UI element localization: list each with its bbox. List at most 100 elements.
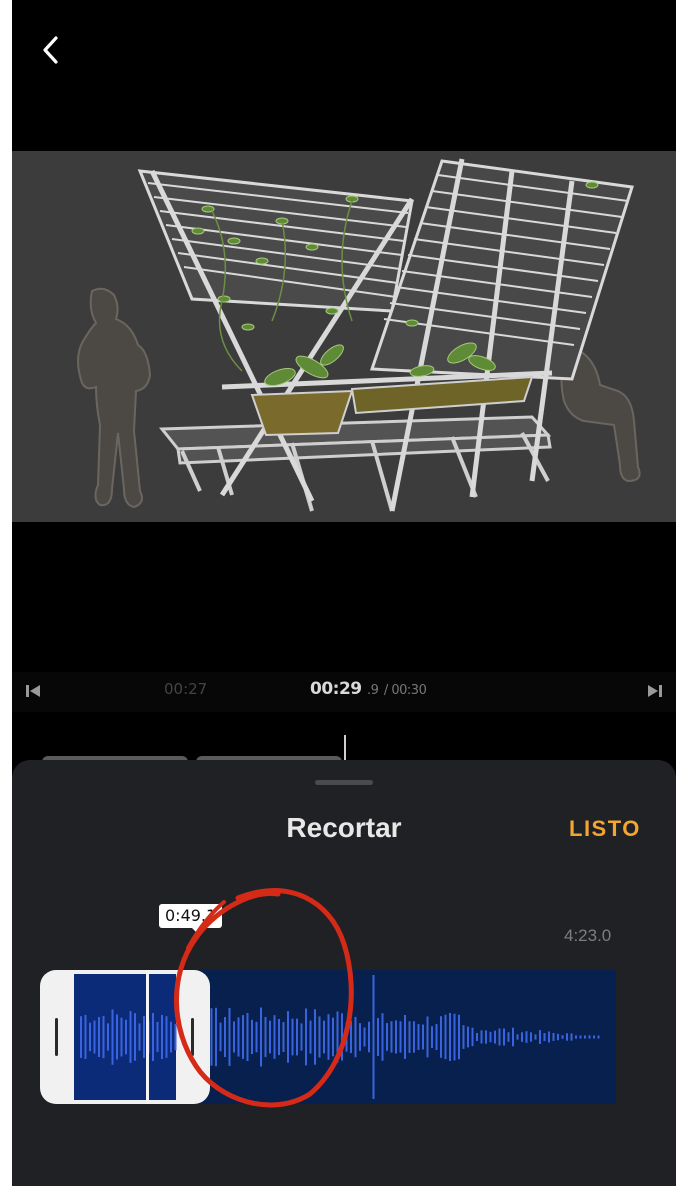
waveform-bar xyxy=(305,1008,307,1066)
waveform-bar xyxy=(215,1007,217,1067)
waveform-bar xyxy=(273,1015,276,1059)
waveform-bar xyxy=(228,1008,231,1066)
waveform-bar xyxy=(332,1017,334,1057)
skip-to-end-icon[interactable] xyxy=(648,684,662,698)
waveform-bar xyxy=(372,975,375,1099)
selection-time-tooltip: 0:49.1 xyxy=(159,904,223,928)
waveform-bar xyxy=(291,1018,294,1056)
waveform-bar xyxy=(359,1023,361,1051)
waveform-bar xyxy=(431,1026,433,1048)
waveform-bar xyxy=(152,1013,154,1061)
waveform-bar xyxy=(377,1018,379,1056)
waveform-bar xyxy=(408,1021,411,1053)
waveform-bar xyxy=(350,1020,352,1054)
waveform-bar xyxy=(80,1016,82,1058)
waveform-bar xyxy=(503,1028,505,1046)
waveform-bar xyxy=(134,1013,136,1061)
trim-right-handle[interactable] xyxy=(191,1018,194,1056)
waveform-bar xyxy=(435,1024,438,1050)
waveform-bar xyxy=(93,1020,96,1054)
waveform-bar xyxy=(525,1031,528,1043)
waveform-bar xyxy=(318,1016,321,1058)
audio-duration-label: 4:23.0 xyxy=(564,926,612,945)
waveform-bar xyxy=(516,1034,519,1040)
waveform-bar xyxy=(246,1013,249,1061)
waveform-bar xyxy=(174,1023,177,1051)
timeline-playhead[interactable] xyxy=(344,735,346,763)
waveform-bar xyxy=(462,1025,465,1049)
audio-waveform xyxy=(40,970,616,1104)
waveform-bar xyxy=(287,1011,289,1063)
waveform-bar xyxy=(390,1021,393,1053)
waveform-bar xyxy=(111,1009,114,1065)
done-button[interactable]: LISTO xyxy=(569,816,641,842)
waveform-bar xyxy=(395,1020,397,1054)
waveform-bar xyxy=(521,1032,523,1042)
waveform-bar xyxy=(579,1035,582,1039)
waveform-bar xyxy=(219,1022,222,1052)
waveform-bar xyxy=(102,1015,105,1059)
chevron-left-icon xyxy=(43,36,58,64)
waveform-bar xyxy=(251,1019,253,1055)
waveform-bar xyxy=(507,1032,510,1042)
waveform-bar xyxy=(476,1033,478,1041)
waveform-bar xyxy=(413,1021,415,1053)
waveform-bar xyxy=(98,1017,100,1057)
waveform-bar xyxy=(323,1020,325,1054)
waveform-bar xyxy=(345,1022,348,1052)
waveform-bar xyxy=(534,1034,537,1040)
waveform-bar xyxy=(404,1015,406,1059)
waveform-bar xyxy=(561,1035,564,1039)
waveform-bar xyxy=(255,1021,258,1053)
waveform-bar xyxy=(584,1035,586,1039)
waveform-bar xyxy=(327,1014,330,1060)
waveform-bar xyxy=(575,1035,577,1039)
waveform-bar xyxy=(597,1035,600,1039)
waveform-bar xyxy=(210,1008,213,1066)
waveform-bar xyxy=(512,1027,514,1047)
waveform-bar xyxy=(368,1021,370,1053)
audio-waveform-track[interactable] xyxy=(40,970,616,1104)
waveform-bar xyxy=(440,1016,442,1058)
waveform-bar xyxy=(570,1033,573,1041)
waveform-bar xyxy=(260,1007,262,1067)
trim-left-handle[interactable] xyxy=(55,1018,58,1056)
waveform-bar xyxy=(120,1017,123,1057)
waveform-bar xyxy=(278,1019,280,1056)
waveform-bar xyxy=(426,1016,429,1058)
waveform-playhead[interactable] xyxy=(146,970,149,1104)
waveform-bar xyxy=(264,1017,267,1058)
waveform-bar xyxy=(494,1030,496,1044)
waveform-bar xyxy=(485,1030,487,1044)
waveform-bar xyxy=(363,1027,366,1047)
waveform-bar xyxy=(233,1021,235,1053)
waveform-bar xyxy=(237,1017,240,1057)
current-playback-time: 00:29 .9 / 00:30 xyxy=(310,679,427,699)
trim-audio-screen: 00:27 00:29 .9 / 00:30 Recortar LISTO 0:… xyxy=(12,0,676,1186)
waveform-bar xyxy=(552,1033,555,1041)
timeline-tick-label: 00:27 xyxy=(164,680,208,698)
video-preview[interactable] xyxy=(12,151,676,522)
waveform-bar xyxy=(314,1009,316,1065)
back-button[interactable] xyxy=(36,30,66,70)
current-time-value: 00:29 xyxy=(310,679,362,699)
waveform-bar xyxy=(125,1019,127,1055)
waveform-bar xyxy=(282,1022,285,1052)
waveform-bar xyxy=(399,1021,402,1053)
skip-to-start-icon[interactable] xyxy=(26,684,42,698)
waveform-bar xyxy=(557,1033,559,1041)
sheet-drag-handle[interactable] xyxy=(315,780,373,785)
waveform-bar xyxy=(489,1031,492,1043)
waveform-bar xyxy=(165,1016,168,1058)
waveform-bar xyxy=(224,1017,226,1057)
waveform-bar xyxy=(138,1023,141,1051)
waveform-bar xyxy=(242,1015,244,1059)
waveform-bar xyxy=(107,1023,109,1051)
waveform-bar xyxy=(453,1013,456,1061)
tooltip-pointer xyxy=(192,928,204,934)
waveform-bar xyxy=(471,1027,474,1047)
waveform-bar xyxy=(129,1011,132,1063)
waveform-bar xyxy=(89,1022,91,1052)
trim-bottom-sheet: Recortar LISTO 0:49.1 4:23.0 xyxy=(12,760,676,1186)
waveform-bar xyxy=(548,1031,550,1043)
